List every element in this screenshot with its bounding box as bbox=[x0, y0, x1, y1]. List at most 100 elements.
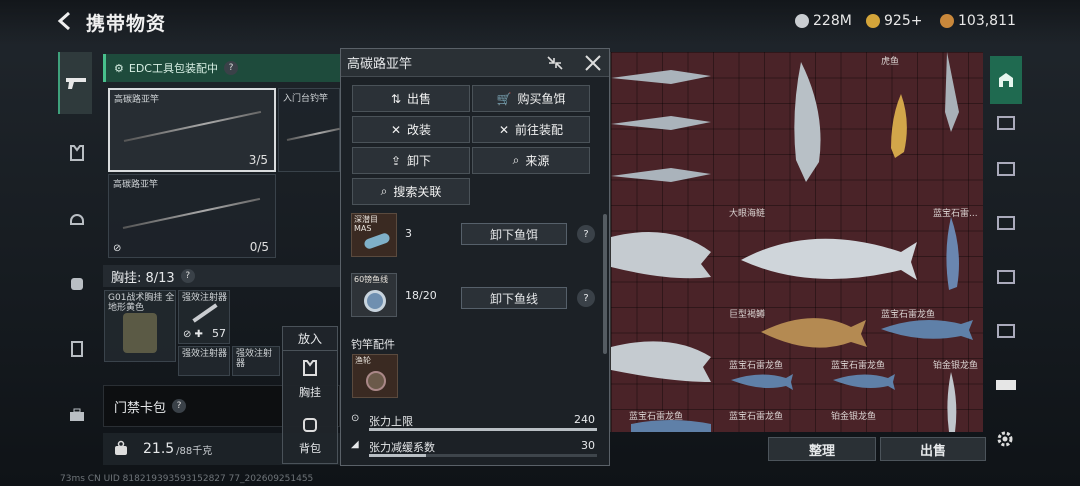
button-label: 前往装配 bbox=[515, 123, 564, 137]
crate-icon[interactable] bbox=[990, 318, 1022, 344]
vest-item-slot[interactable]: 强效注射器 ⊘ ✚ 57 bbox=[178, 290, 230, 344]
rod-slot-2[interactable]: 入门台钓竿 bbox=[278, 88, 341, 172]
help-icon[interactable]: ? bbox=[223, 61, 238, 75]
unload-bait-button[interactable]: 卸下鱼饵 bbox=[461, 223, 567, 245]
help-icon[interactable]: ? bbox=[180, 269, 195, 283]
popup-scrollbar[interactable] bbox=[603, 214, 607, 354]
option-label: 背包 bbox=[299, 441, 321, 455]
sort-button[interactable]: 整理 bbox=[768, 437, 876, 461]
helmet-icon[interactable] bbox=[62, 202, 92, 232]
close-icon[interactable] bbox=[583, 53, 603, 76]
button-label: 改装 bbox=[407, 123, 432, 137]
source-button[interactable]: ⌕ 来源 bbox=[472, 147, 590, 174]
backpack-icon bbox=[301, 415, 319, 436]
fish-storage-grid[interactable]: 虎鱼 大眼海鲢 蓝宝石雷... 巨型褐鳟 蓝宝石雷龙鱼 蓝宝石雷龙鱼 蓝宝石雷龙… bbox=[610, 52, 983, 432]
silver-coin-icon bbox=[795, 14, 809, 28]
vest-item-slot[interactable]: G01战术胸挂 全地形黄色 bbox=[104, 290, 176, 362]
reel-name: 渔轮 bbox=[355, 356, 371, 365]
plus-icon: ⊘ ✚ bbox=[183, 329, 203, 340]
sell-all-button[interactable]: 出售 bbox=[880, 437, 986, 461]
crate-icon[interactable] bbox=[990, 110, 1022, 136]
help-icon[interactable]: ? bbox=[172, 399, 187, 413]
put-in-menu: 放入 胸挂 背包 bbox=[282, 326, 338, 464]
button-label: 购买鱼饵 bbox=[517, 92, 566, 106]
edc-toolkit-header[interactable]: ⚙ EDC工具包装配中 ? bbox=[103, 54, 340, 82]
rod-slot-3[interactable]: 高碳路亚竿 ⊘ 0/5 bbox=[108, 174, 276, 258]
wrench-icon: ✕ bbox=[390, 122, 402, 137]
unload-line-button[interactable]: 卸下鱼线 bbox=[461, 287, 567, 309]
sell-button[interactable]: ⇅ 出售 bbox=[352, 85, 470, 112]
vest-item-slot[interactable]: 强效注射器 bbox=[178, 346, 230, 376]
lure-image bbox=[363, 231, 391, 251]
rod-slot-1[interactable]: 高碳路亚竿 3/5 bbox=[108, 88, 276, 172]
fishing-rod-image bbox=[286, 127, 341, 141]
unequip-button[interactable]: ⇪ 卸下 bbox=[352, 147, 470, 174]
syringe-image bbox=[192, 303, 218, 323]
keycard-label: 门禁卡包 bbox=[114, 400, 167, 416]
button-label: 搜索关联 bbox=[393, 185, 442, 199]
cart-icon: 🛒 bbox=[496, 91, 512, 106]
left-nav bbox=[56, 48, 96, 438]
currency-value: 103,811 bbox=[958, 13, 1016, 29]
search-icon: ⌕ bbox=[380, 184, 388, 198]
stat-tension-damping: ◢ 张力减缓系数 30 bbox=[351, 437, 597, 457]
button-label: 卸下鱼饵 bbox=[489, 227, 538, 242]
bait-row: 深潜目 MAS 3 卸下鱼饵 ? bbox=[351, 213, 599, 261]
back-arrow-icon[interactable] bbox=[56, 11, 76, 31]
reel-thumbnail[interactable]: 渔轮 bbox=[352, 354, 398, 398]
popup-header: 高碳路亚竿 bbox=[341, 49, 609, 77]
edc-label: EDC工具包装配中 bbox=[128, 62, 218, 75]
bait-name: 深潜目 MAS bbox=[354, 215, 378, 233]
slot-name: 入门台钓竿 bbox=[283, 94, 329, 104]
accessories-label: 钓竿配件 bbox=[351, 338, 395, 351]
storage-icon[interactable] bbox=[990, 56, 1022, 104]
stat-label: 张力减缓系数 bbox=[369, 441, 435, 454]
toolbox-icon[interactable] bbox=[62, 400, 92, 430]
crate-icon[interactable] bbox=[990, 156, 1022, 182]
crate-icon[interactable] bbox=[990, 210, 1022, 236]
go-assemble-button[interactable]: ✕ 前往装配 bbox=[472, 116, 590, 143]
pistol-icon[interactable] bbox=[58, 52, 92, 114]
put-in-backpack-button[interactable]: 背包 bbox=[283, 407, 337, 463]
tension-icon: ⊙ bbox=[351, 413, 360, 424]
case-icon[interactable] bbox=[62, 334, 92, 364]
help-icon[interactable]: ? bbox=[577, 289, 595, 307]
fishing-rod-image bbox=[122, 197, 261, 229]
line-name: 60镑鱼线 bbox=[354, 275, 389, 284]
buy-bait-button[interactable]: 🛒 购买鱼饵 bbox=[472, 85, 590, 112]
fish-images bbox=[611, 52, 973, 432]
item-name: G01战术胸挂 全地形黄色 bbox=[108, 293, 175, 313]
stat-label: 张力上限 bbox=[369, 415, 413, 428]
slot-name: 高碳路亚竿 bbox=[113, 180, 159, 190]
sell-icon: ⇅ bbox=[390, 91, 402, 106]
settings-icon[interactable] bbox=[994, 428, 1016, 453]
modify-button[interactable]: ✕ 改装 bbox=[352, 116, 470, 143]
weight-unit: /88千克 bbox=[176, 445, 213, 457]
weight-value: 21.5 bbox=[143, 441, 175, 457]
item-name: 强效注射器 bbox=[182, 293, 228, 303]
line-thumbnail[interactable]: 60镑鱼线 bbox=[351, 273, 397, 317]
vest-capacity-label: 胸挂: 8/13 bbox=[111, 270, 175, 286]
collapse-icon[interactable] bbox=[545, 54, 565, 75]
button-label: 出售 bbox=[407, 92, 432, 106]
slot-count: 3/5 bbox=[248, 153, 268, 167]
spool-image bbox=[364, 290, 386, 312]
bait-thumbnail[interactable]: 深潜目 MAS bbox=[351, 213, 397, 257]
keycard-icon[interactable] bbox=[990, 372, 1022, 398]
item-name: 强效注射器 bbox=[182, 349, 228, 359]
button-label: 卸下 bbox=[407, 154, 432, 168]
line-count: 18/20 bbox=[405, 289, 437, 302]
backpack-icon[interactable] bbox=[62, 268, 92, 298]
bronze-coin-icon bbox=[940, 14, 954, 28]
help-icon[interactable]: ? bbox=[577, 225, 595, 243]
crate-icon[interactable] bbox=[990, 264, 1022, 290]
currency-bronze: 103,811 bbox=[940, 13, 1016, 29]
search-related-button[interactable]: ⌕ 搜索关联 bbox=[352, 178, 470, 205]
chart-icon: ◢ bbox=[351, 439, 359, 450]
stat-value: 240 bbox=[574, 413, 595, 426]
currency-gold: 925+ bbox=[866, 13, 922, 29]
search-icon: ⌕ bbox=[512, 153, 520, 167]
put-in-vest-button[interactable]: 胸挂 bbox=[283, 351, 337, 407]
vest-item-slot[interactable]: 强效注射器 bbox=[232, 346, 280, 376]
vest-icon[interactable] bbox=[62, 138, 92, 168]
